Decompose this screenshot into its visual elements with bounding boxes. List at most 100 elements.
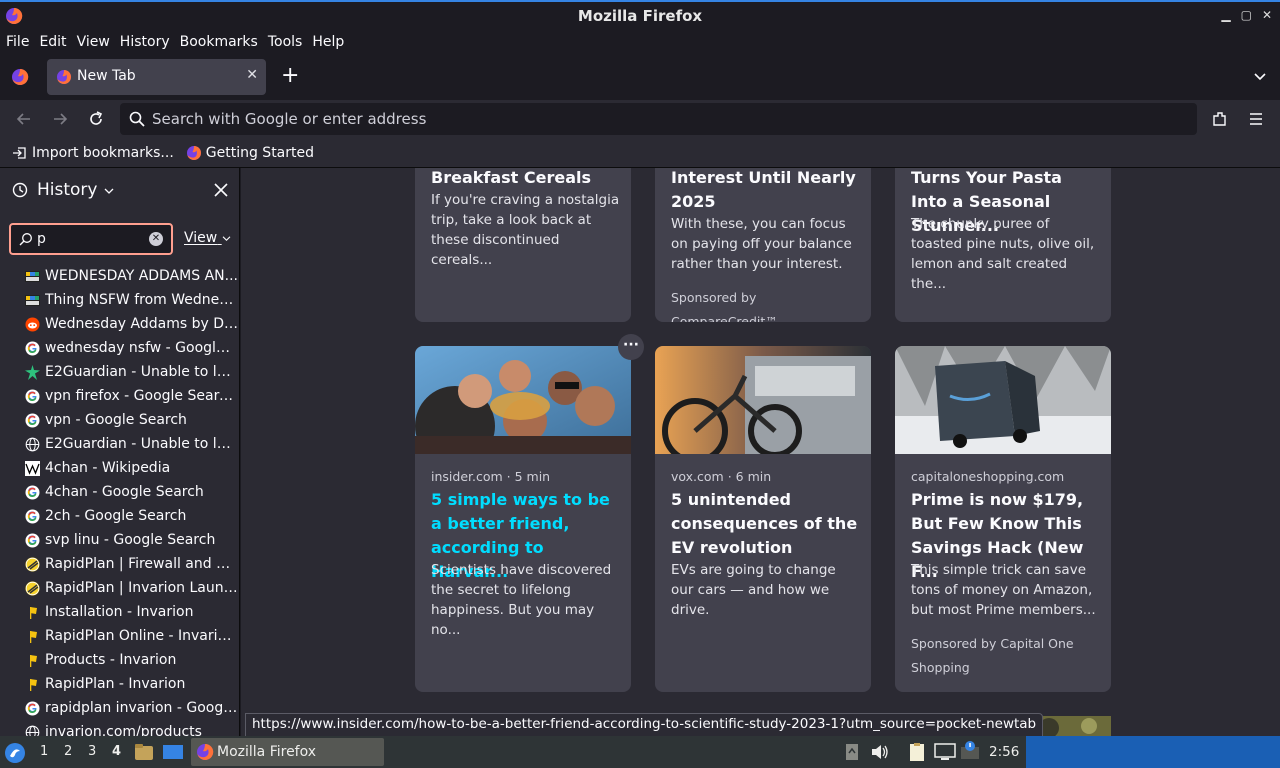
menu-edit[interactable]: Edit — [39, 34, 66, 50]
history-item[interactable]: RapidPlan | Invarion Launc... — [0, 576, 239, 600]
card-sponsor: Sponsored by Capital One Shopping — [911, 636, 1074, 675]
workspace-4[interactable]: 4 — [112, 744, 121, 759]
menu-tools[interactable]: Tools — [268, 34, 303, 50]
sponsored-card[interactable]: capitaloneshopping.com Prime is now $179… — [895, 346, 1111, 692]
menu-history[interactable]: History — [120, 34, 170, 50]
firefox-view-icon[interactable] — [11, 68, 29, 86]
address-bar[interactable] — [120, 103, 1197, 135]
history-item-label: vpn - Google Search — [45, 412, 187, 428]
new-tab-page: Breakfast Cereals If you're craving a no… — [241, 168, 1280, 736]
start-menu-icon[interactable] — [4, 742, 26, 764]
maximize-button[interactable]: ▢ — [1241, 8, 1252, 22]
history-item-label: RapidPlan - Invarion — [45, 676, 186, 692]
history-item[interactable]: 2ch - Google Search — [0, 504, 239, 528]
card-source: capitaloneshopping.com — [911, 469, 1065, 484]
clipboard-icon[interactable] — [906, 742, 928, 762]
card-source: vox.com · 6 min — [671, 469, 772, 484]
globe-icon — [25, 437, 40, 452]
history-item-label: rapidplan invarion - Googl... — [45, 700, 238, 716]
history-search-box[interactable]: ✕ — [9, 223, 173, 255]
network-update-icon[interactable] — [960, 741, 982, 761]
amazon-van-photo — [895, 346, 1111, 454]
story-card[interactable]: insider.com · 5 min 5 simple ways to be … — [415, 346, 631, 692]
firefox-icon — [186, 145, 201, 160]
history-item[interactable]: RapidPlan - Invarion — [0, 672, 239, 696]
taskbar-firefox[interactable]: Mozilla Firefox — [191, 738, 384, 766]
flag-icon — [25, 653, 40, 668]
menu-view[interactable]: View — [77, 34, 110, 50]
e2guardian-icon — [25, 364, 40, 380]
chevron-down-icon[interactable] — [1254, 70, 1266, 82]
view-menu-button[interactable]: View — [184, 230, 231, 246]
history-item[interactable]: Wednesday Addams by Db... — [0, 312, 239, 336]
history-item[interactable]: RapidPlan Online - Invario... — [0, 624, 239, 648]
tab-new-tab[interactable]: New Tab ✕ — [47, 59, 266, 95]
history-item[interactable]: 4chan - Wikipedia — [0, 456, 239, 480]
extensions-icon[interactable] — [1210, 109, 1230, 129]
reload-icon[interactable] — [86, 109, 106, 129]
history-item[interactable]: rapidplan invarion - Googl... — [0, 696, 239, 720]
history-item-label: WEDNESDAY ADDAMS AN... — [45, 268, 238, 284]
tv-icon — [25, 293, 40, 308]
hamburger-menu-icon[interactable] — [1246, 109, 1266, 129]
card-description: Scientists have discovered the secret to… — [431, 562, 612, 638]
story-card[interactable]: vox.com · 6 min 5 unintended consequence… — [655, 346, 871, 692]
rapidplan-icon — [25, 581, 40, 596]
history-item[interactable]: svp linu - Google Search — [0, 528, 239, 552]
story-card[interactable]: Turns Your Pasta Into a Seasonal Stunner… — [895, 168, 1111, 322]
history-item[interactable]: 4chan - Google Search — [0, 480, 239, 504]
history-item[interactable]: WEDNESDAY ADDAMS AN... — [0, 264, 239, 288]
workspace-2[interactable]: 2 — [64, 744, 72, 759]
history-search-input[interactable] — [37, 229, 147, 249]
display-icon[interactable] — [934, 743, 956, 761]
history-item[interactable]: Products - Invarion — [0, 648, 239, 672]
system-taskbar: 1 2 3 4 Mozilla Firefox 2:56 — [0, 736, 1280, 768]
forward-arrow-icon[interactable] — [50, 109, 70, 129]
taskbar-clock: 2:56 — [989, 744, 1020, 760]
clear-search-icon[interactable]: ✕ — [149, 232, 163, 246]
ebike-photo — [655, 346, 871, 454]
card-context-menu-button[interactable]: ··· — [618, 334, 644, 360]
new-tab-button[interactable]: + — [281, 63, 299, 89]
history-item[interactable]: E2Guardian - Unable to loa... — [0, 360, 239, 384]
flag-icon — [25, 605, 40, 620]
menu-bookmarks[interactable]: Bookmarks — [180, 34, 258, 50]
history-item[interactable]: Thing NSFW from Wednes... — [0, 288, 239, 312]
menu-file[interactable]: File — [6, 34, 29, 50]
history-item[interactable]: wednesday nsfw - Google ... — [0, 336, 239, 360]
close-icon[interactable] — [213, 182, 229, 198]
close-window-button[interactable]: ✕ — [1262, 8, 1272, 22]
sidebar-header[interactable]: History — [0, 168, 239, 213]
history-item[interactable]: E2Guardian - Unable to loa... — [0, 432, 239, 456]
workspace-3[interactable]: 3 — [88, 744, 96, 759]
volume-icon[interactable] — [870, 743, 890, 761]
minimize-button[interactable]: ▁ — [1221, 8, 1230, 22]
history-item[interactable]: vpn firefox - Google Searc... — [0, 384, 239, 408]
file-manager-icon[interactable] — [134, 743, 154, 761]
workspace-1[interactable]: 1 — [40, 744, 48, 759]
firefox-icon — [57, 69, 72, 84]
history-item[interactable]: vpn - Google Search — [0, 408, 239, 432]
menu-help[interactable]: Help — [312, 34, 344, 50]
history-list: WEDNESDAY ADDAMS AN... Thing NSFW from We… — [0, 264, 239, 736]
tab-close-icon[interactable]: ✕ — [246, 67, 258, 83]
bookmark-label: Getting Started — [205, 144, 315, 161]
history-item-label: Wednesday Addams by Db... — [45, 316, 238, 332]
sponsored-card[interactable]: Interest Until Nearly 2025 With these, y… — [655, 168, 871, 322]
desktop-icon[interactable] — [162, 743, 184, 761]
bookmark-import[interactable]: Import bookmarks... — [12, 145, 174, 161]
history-item[interactable]: Installation - Invarion — [0, 600, 239, 624]
storage-icon[interactable] — [844, 743, 860, 761]
google-icon — [25, 413, 40, 428]
back-arrow-icon[interactable] — [14, 109, 34, 129]
link-status-url: https://www.insider.com/how-to-be-a-bett… — [245, 713, 1044, 737]
history-item-label: RapidPlan | Invarion Launc... — [45, 580, 238, 596]
history-item[interactable]: invarion.com/products — [0, 720, 239, 736]
globe-icon — [25, 725, 40, 736]
history-item-label: Products - Invarion — [45, 652, 177, 668]
address-input[interactable] — [152, 107, 1152, 131]
history-item[interactable]: RapidPlan | Firewall and Pr... — [0, 552, 239, 576]
bookmark-getting-started[interactable]: Getting Started — [186, 145, 314, 161]
story-card[interactable]: Breakfast Cereals If you're craving a no… — [415, 168, 631, 322]
history-item-label: 4chan - Google Search — [45, 484, 204, 500]
